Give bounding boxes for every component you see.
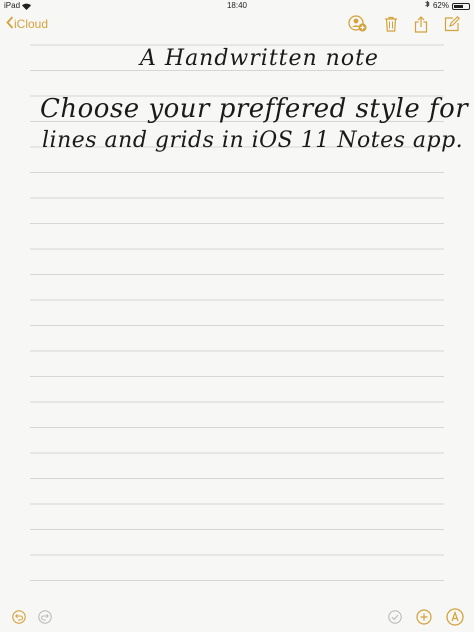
note-title: A Handwritten note (140, 46, 379, 71)
pen-tool-icon[interactable] (446, 608, 464, 631)
back-button[interactable]: iCloud (6, 16, 48, 32)
share-icon[interactable] (414, 15, 428, 33)
bluetooth-icon (425, 0, 430, 12)
status-right: 62% (425, 0, 470, 12)
checkmark-icon[interactable] (388, 610, 402, 629)
trash-icon[interactable] (384, 16, 398, 32)
history-controls (12, 610, 52, 629)
undo-icon[interactable] (12, 610, 26, 629)
note-canvas[interactable]: A Handwritten note Choose your preffered… (0, 36, 474, 606)
status-time: 18:40 (226, 1, 248, 10)
note-line-1: Choose your preffered style for (40, 94, 469, 124)
chevron-left-icon (6, 16, 14, 32)
battery-percent: 62% (432, 1, 449, 10)
bottom-toolbar (0, 606, 474, 632)
battery-icon (452, 2, 470, 10)
add-icon[interactable] (416, 609, 432, 630)
redo-icon[interactable] (38, 610, 52, 629)
back-label: iCloud (14, 17, 49, 31)
compose-icon[interactable] (444, 16, 460, 32)
nav-bar: iCloud (0, 12, 474, 36)
tool-controls (388, 608, 464, 631)
nav-actions (348, 15, 460, 33)
note-line-2: lines and grids in iOS 11 Notes app. (42, 128, 464, 153)
status-bar: iPad 18:40 62% (0, 0, 474, 12)
add-people-icon[interactable] (348, 15, 368, 33)
